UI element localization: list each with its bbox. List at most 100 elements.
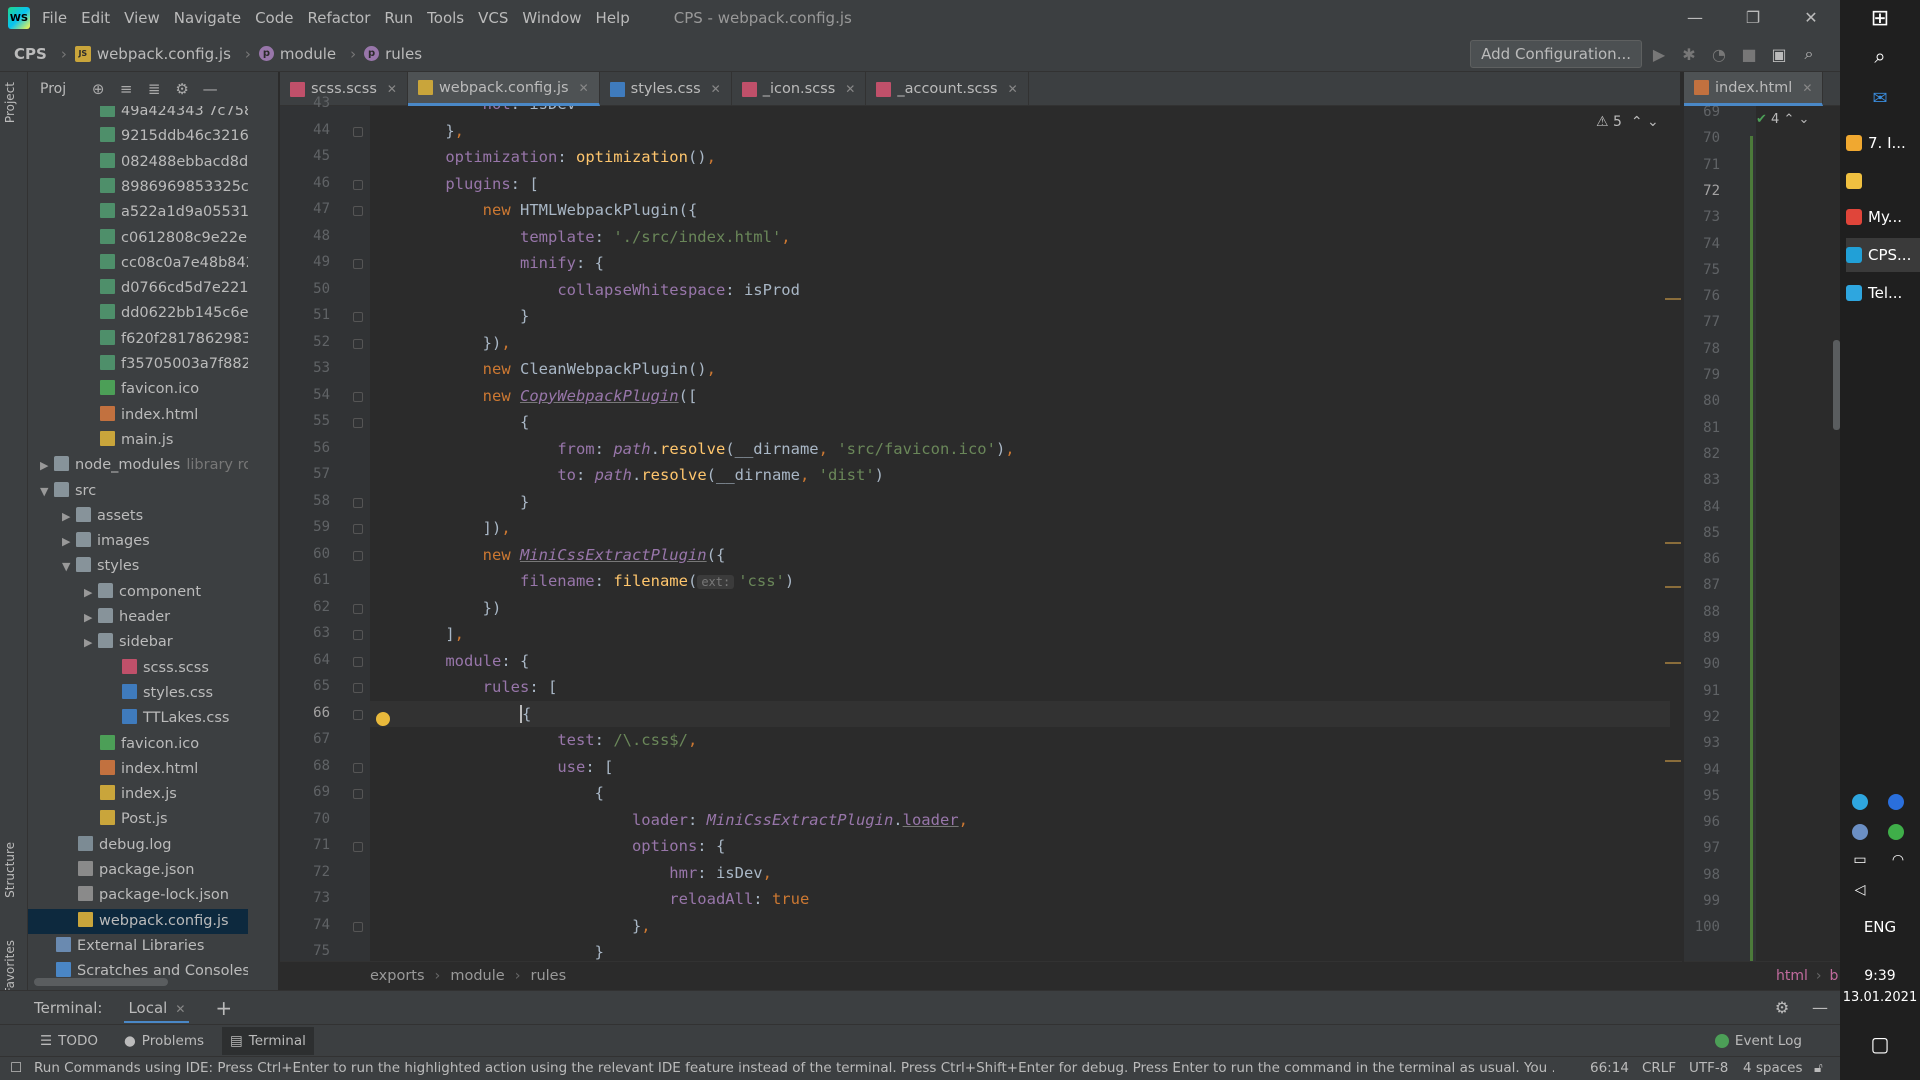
line-number[interactable]: 54 <box>280 387 330 403</box>
collapse-all-icon[interactable]: ≣ <box>140 80 168 98</box>
fold-marker-icon[interactable] <box>353 206 363 216</box>
line-number[interactable]: 94 <box>1684 762 1720 778</box>
fold-marker-icon[interactable] <box>353 391 363 402</box>
line-number[interactable]: 82 <box>1684 446 1720 462</box>
line-number[interactable]: 50 <box>280 281 330 297</box>
code-line[interactable]: options: { <box>408 837 725 855</box>
line-number[interactable]: 61 <box>280 572 330 588</box>
breadcrumb-item[interactable]: exports <box>370 968 425 984</box>
code-line[interactable]: reloadAll: true <box>408 890 809 908</box>
tab-index-html[interactable]: index.html ✕ <box>1684 72 1824 106</box>
project-structure-icon[interactable]: ▣ <box>1764 45 1794 64</box>
tree-file[interactable]: a522a1d9a055310b61c <box>28 200 278 225</box>
menu-view[interactable]: View <box>124 9 160 27</box>
line-number[interactable]: 85 <box>1684 525 1720 541</box>
tree-file[interactable]: main.js <box>28 428 278 453</box>
notifications-icon[interactable]: ▢ <box>1840 1032 1920 1056</box>
editor-error-stripe[interactable] <box>1670 106 1682 961</box>
line-number[interactable]: 99 <box>1684 893 1720 909</box>
file-encoding[interactable]: UTF-8 <box>1689 1057 1728 1080</box>
line-number[interactable]: 68 <box>280 758 330 774</box>
line-number[interactable]: 65 <box>280 678 330 694</box>
chevron-right-icon[interactable]: ▶ <box>62 504 76 529</box>
line-separator[interactable]: CRLF <box>1642 1057 1676 1080</box>
fold-marker-icon[interactable] <box>353 921 363 932</box>
right-code-editor[interactable]: ✔ 4 ⌃ ⌄ <box>1756 106 1840 961</box>
code-line[interactable]: hmr: isDev, <box>408 864 772 882</box>
line-number[interactable]: 70 <box>1684 130 1720 146</box>
nav-project[interactable]: CPS <box>14 45 47 63</box>
code-line[interactable]: { <box>408 704 532 723</box>
code-line[interactable]: }) <box>408 599 502 617</box>
favorites-tool-button[interactable]: Favorites <box>3 940 17 994</box>
gear-icon[interactable]: ⚙ <box>1775 998 1789 1017</box>
inspection-widget[interactable]: ⚠ 5 ⌃ ⌄ <box>1596 114 1659 130</box>
menu-file[interactable]: File <box>42 9 67 27</box>
clock-date[interactable]: 13.01.2021 <box>1840 990 1920 1005</box>
minimize-button[interactable]: — <box>1666 0 1724 36</box>
fold-marker-icon[interactable] <box>353 603 363 614</box>
line-number[interactable]: 66 <box>280 705 330 721</box>
menu-help[interactable]: Help <box>596 9 630 27</box>
code-line[interactable]: new CleanWebpackPlugin(), <box>408 360 716 378</box>
code-line[interactable]: }, <box>408 122 464 140</box>
tree-folder[interactable]: ▶ node_modules library root <box>28 453 278 478</box>
right-editor-scrollbar[interactable] <box>1833 340 1840 430</box>
tree-file[interactable]: webpack.config.js <box>28 908 278 934</box>
line-number[interactable]: 88 <box>1684 604 1720 620</box>
code-line[interactable]: } <box>408 307 529 325</box>
project-tool-button[interactable]: Project <box>3 82 17 123</box>
fold-marker-icon[interactable] <box>353 338 363 349</box>
tree-file[interactable]: f35705003a7f8824fa1b <box>28 352 278 377</box>
search-icon[interactable]: ⌕ <box>1840 44 1920 68</box>
code-line[interactable]: { <box>408 784 604 802</box>
code-line[interactable]: }, <box>408 917 651 935</box>
tree-file[interactable]: 9215ddb46c3216a534c <box>28 124 278 149</box>
line-number[interactable]: 78 <box>1684 341 1720 357</box>
close-icon[interactable]: ✕ <box>711 82 721 96</box>
line-number[interactable]: 43 <box>280 95 330 111</box>
lock-icon[interactable]: 🔓︎ <box>1814 1057 1823 1080</box>
volume-icon[interactable]: ◁ <box>1820 882 1900 898</box>
locate-icon[interactable]: ⊕ <box>84 80 112 98</box>
line-number[interactable]: 79 <box>1684 367 1720 383</box>
code-line[interactable]: use: [ <box>408 758 613 776</box>
line-number[interactable]: 73 <box>1684 209 1720 225</box>
code-line[interactable]: new MiniCssExtractPlugin({ <box>408 546 726 564</box>
problems-tool-button[interactable]: ● Problems <box>124 1033 204 1049</box>
fold-marker-icon[interactable] <box>353 418 363 428</box>
tree-file[interactable]: index.html <box>28 403 278 428</box>
code-line[interactable]: filename: filename(ext:'css') <box>408 572 794 590</box>
line-number[interactable]: 46 <box>280 175 330 191</box>
tree-file[interactable]: cc08c0a7e48b8426e5a <box>28 251 278 276</box>
code-line[interactable]: hot: isDev <box>408 106 576 113</box>
line-number[interactable]: 48 <box>280 228 330 244</box>
line-number[interactable]: 81 <box>1684 420 1720 436</box>
tree-file[interactable]: debug.log <box>28 833 278 858</box>
telegram-tray-icon[interactable] <box>1852 794 1868 810</box>
line-number[interactable]: 44 <box>280 122 330 138</box>
taskbar-app[interactable]: Tel... <box>1846 276 1920 310</box>
line-number[interactable]: 62 <box>280 599 330 615</box>
line-number[interactable]: 58 <box>280 493 330 509</box>
taskbar-app[interactable]: My... <box>1846 200 1920 234</box>
chevron-right-icon[interactable]: ▶ <box>62 529 76 554</box>
debug-icon[interactable]: ✱ <box>1674 45 1704 64</box>
bluetooth-icon[interactable] <box>1888 794 1904 810</box>
menu-refactor[interactable]: Refactor <box>307 9 370 27</box>
code-editor[interactable]: hot: isDev }, optimization: optimization… <box>370 106 1670 961</box>
hide-icon[interactable]: — <box>196 80 224 98</box>
line-number[interactable]: 72 <box>280 864 330 880</box>
line-number[interactable]: 83 <box>1684 472 1720 488</box>
line-number[interactable]: 86 <box>1684 551 1720 567</box>
line-number[interactable]: 72 <box>1684 183 1720 199</box>
clock-time[interactable]: 9:39 <box>1840 968 1920 984</box>
menu-tools[interactable]: Tools <box>427 9 464 27</box>
tree-folder[interactable]: ▼ styles <box>28 554 278 579</box>
chevron-down-icon[interactable]: ▼ <box>62 554 76 579</box>
expand-all-icon[interactable]: ≡ <box>112 80 140 98</box>
line-number[interactable]: 57 <box>280 466 330 482</box>
windows-start-icon[interactable]: ⊞ <box>1840 6 1920 31</box>
search-icon[interactable]: ⌕ <box>1794 44 1824 64</box>
taskbar-app[interactable] <box>1846 164 1920 198</box>
